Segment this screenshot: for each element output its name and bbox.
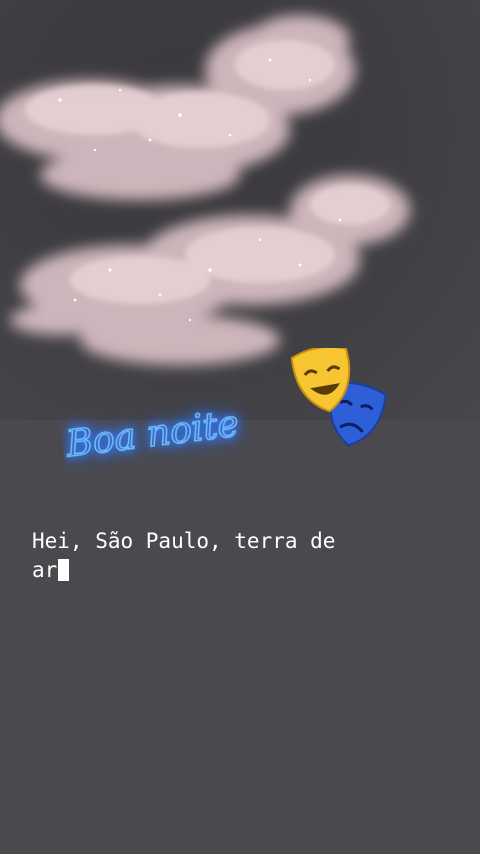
- text-cursor: [58, 559, 70, 581]
- caption-line-2: ar: [32, 558, 58, 582]
- pink-clouds-image: [0, 15, 410, 365]
- performing-arts-masks-icon[interactable]: [282, 348, 397, 453]
- neon-sticker-text: Boa noite: [63, 404, 241, 466]
- story-canvas: Boa noite Hei, São Paulo, terra de ar: [0, 0, 480, 854]
- caption-line-1: Hei, São Paulo, terra de: [32, 529, 336, 553]
- caption-text-field[interactable]: Hei, São Paulo, terra de ar: [32, 527, 452, 585]
